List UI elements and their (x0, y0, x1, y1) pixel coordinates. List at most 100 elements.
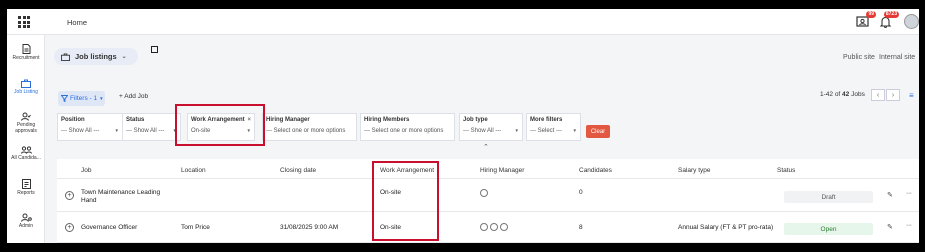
chevron-down-icon: ⌄ (121, 54, 127, 60)
highlight-box (175, 104, 265, 146)
prev-page-button[interactable]: ‹ (871, 89, 885, 101)
edit-icon[interactable]: ✎ (887, 223, 893, 231)
public-site-link[interactable]: Public site (843, 54, 875, 61)
filter-job-type[interactable]: Job type --- Show All --- ▼ (459, 113, 523, 141)
column-header[interactable]: Closing date (280, 167, 316, 174)
add-job-button[interactable]: + Add Job (119, 93, 148, 100)
inbox-icon[interactable]: 99 (856, 11, 876, 29)
filter-value: --- Show All --- (463, 128, 502, 134)
columns-icon[interactable]: ≡ (909, 91, 914, 100)
expand-row-icon[interactable]: + (65, 191, 74, 200)
app-launcher-icon[interactable] (18, 16, 30, 28)
status-badge[interactable]: Open (784, 223, 873, 235)
candidates-count[interactable]: 8 (579, 224, 583, 231)
filter-icon (61, 95, 68, 102)
sidebar-item-label: Job Listing (14, 89, 38, 95)
sidebar-item-job-listing[interactable]: Job Listing (7, 79, 45, 95)
filter-more-filters[interactable]: More filters --- Select --- ▼ (526, 113, 581, 141)
sidebar-item-reports[interactable]: Reports (7, 179, 45, 196)
column-header[interactable]: Candidates (579, 167, 612, 174)
notification-badge: 99 (866, 11, 876, 18)
table-row[interactable]: + Governance Officer Tom Price 31/08/202… (57, 213, 919, 243)
chevron-down-icon: ▼ (114, 128, 119, 133)
document-icon (22, 44, 30, 54)
count-suffix: Jobs (849, 91, 865, 98)
column-header[interactable]: Hiring Manager (480, 167, 524, 174)
closing-date-cell: 31/08/2025 9:00 AM (280, 224, 339, 231)
column-header[interactable]: Location (181, 167, 206, 174)
next-page-button[interactable]: › (886, 89, 900, 101)
chevron-down-icon: ▼ (572, 128, 577, 133)
filter-value: --- Show All --- (126, 128, 165, 134)
more-options-icon[interactable]: ··· (906, 222, 912, 229)
salary-type-cell: Annual Salary (FT & PT pro-rata) (678, 224, 774, 231)
sidebar-item-all-candidates[interactable]: All Candida... (7, 146, 45, 161)
filter-label: Status (126, 117, 145, 123)
app-window: Home 99 8723 Recruitment Job Listing Pen… (7, 9, 919, 243)
table-header: Job Location Closing date Work Arrangeme… (57, 159, 919, 179)
jobs-table: Job Location Closing date Work Arrangeme… (57, 159, 919, 243)
user-check-icon (21, 112, 31, 121)
candidates-count[interactable]: 0 (579, 189, 583, 196)
sidebar-item-label: Admin (18, 223, 34, 229)
filter-label: Position (61, 117, 85, 123)
hiring-manager-avatars (480, 223, 510, 233)
sidebar-item-label: Reports (17, 190, 35, 196)
filter-position[interactable]: Position --- Show All --- ▼ (57, 113, 123, 141)
sidebar-item-label: All Candida... (11, 155, 41, 161)
chevron-down-icon: ▼ (514, 128, 519, 133)
highlight-box (372, 161, 439, 241)
notification-badge: 8723 (883, 11, 899, 18)
filter-value: --- Select one or more options (364, 128, 444, 134)
filter-hiring-manager[interactable]: Hiring Manager --- Select one or more op… (262, 113, 357, 141)
location-cell: Tom Price (181, 224, 210, 231)
column-header[interactable]: Status (777, 167, 795, 174)
edit-icon[interactable]: ✎ (887, 191, 893, 199)
sidebar-item-pending-approvals[interactable]: Pending approvals (7, 112, 45, 134)
sidebar-item-label: Recruitment (12, 55, 40, 61)
job-title[interactable]: Town Maintenance Leading Hand (81, 189, 171, 205)
avatar (480, 189, 488, 197)
job-listings-dropdown[interactable]: Job listings ⌄ (54, 48, 138, 65)
job-title[interactable]: Governance Officer (81, 224, 137, 231)
expand-row-icon[interactable]: + (65, 223, 74, 232)
filter-label: Job type (463, 117, 488, 123)
filter-status[interactable]: Status --- Show All --- ▼ (122, 113, 181, 141)
sidebar-item-recruitment[interactable]: Recruitment (7, 44, 45, 67)
bell-icon[interactable]: 8723 (879, 11, 899, 29)
job-count: 1-42 of 42 Jobs (820, 91, 865, 98)
filter-value: --- Select --- (530, 128, 562, 134)
column-header[interactable]: Job (81, 167, 91, 174)
table-row[interactable]: + Town Maintenance Leading Hand On-site … (57, 180, 919, 212)
admin-icon (20, 213, 32, 222)
filters-button[interactable]: Filters - 1 ▼ (58, 91, 105, 106)
filter-hiring-members[interactable]: Hiring Members --- Select one or more op… (360, 113, 455, 141)
hiring-manager-avatars (480, 189, 490, 199)
avatar (500, 223, 508, 231)
briefcase-icon (61, 52, 70, 61)
avatar (490, 223, 498, 231)
filter-value: --- Select one or more options (266, 128, 346, 134)
job-listings-label: Job listings (75, 52, 117, 61)
column-header[interactable]: Salary type (678, 167, 711, 174)
filter-label: Hiring Manager (266, 117, 310, 123)
internal-site-link[interactable]: Internal site (879, 54, 915, 61)
users-icon (20, 146, 32, 154)
sidebar-item-admin[interactable]: Admin (7, 213, 45, 229)
top-bar: Home 99 8723 (7, 9, 919, 35)
sidebar: Recruitment Job Listing Pending approval… (7, 35, 45, 243)
home-link[interactable]: Home (67, 18, 87, 27)
filters-label: Filters - 1 (70, 95, 98, 102)
avatar (480, 223, 488, 231)
clear-filters-button[interactable]: Clear (586, 125, 610, 138)
more-options-icon[interactable]: ··· (906, 190, 912, 197)
sidebar-item-label: Pending approvals (15, 122, 37, 134)
chevron-down-icon: ▼ (99, 96, 104, 101)
filter-value: --- Show All --- (61, 128, 100, 134)
filter-label: More filters (530, 117, 563, 123)
status-badge[interactable]: Draft (784, 191, 873, 203)
collapse-filters-icon[interactable]: ⌃ (483, 143, 489, 151)
user-avatar[interactable] (904, 14, 919, 29)
report-icon (21, 179, 31, 189)
square-icon[interactable] (151, 46, 158, 53)
